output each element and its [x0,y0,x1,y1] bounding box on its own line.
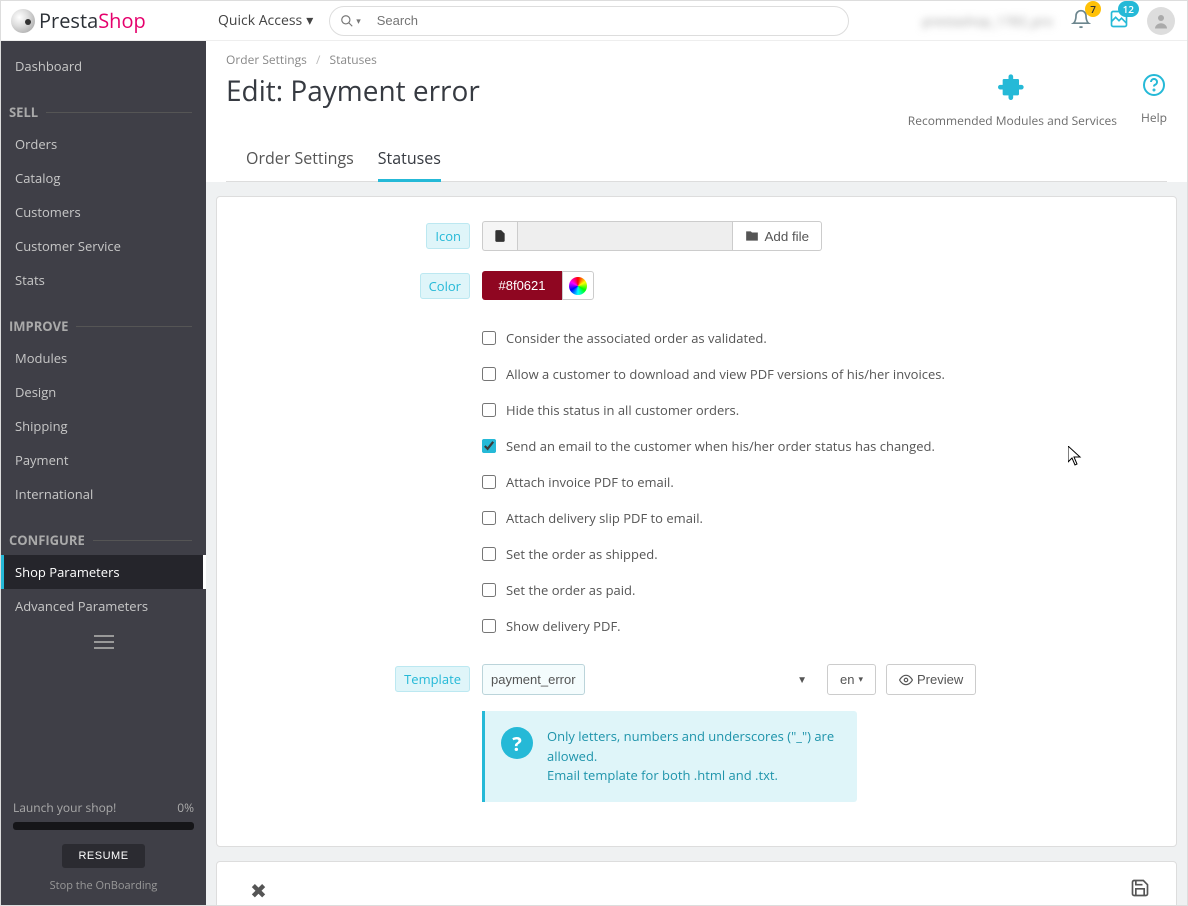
checkbox-validated-label: Consider the associated order as validat… [506,329,767,347]
chevron-down-icon: ▾ [306,11,313,30]
shop-name: prestashop_1783_pro [922,12,1053,30]
search-input[interactable] [369,13,838,28]
sidebar-item-stats[interactable]: Stats [1,263,206,297]
sidebar-item-catalog[interactable]: Catalog [1,161,206,195]
checkbox-attach-invoice[interactable] [482,475,496,489]
topbar: Quick Access▾ ▾ prestashop_1783_pro 7 12 [206,1,1187,41]
search-type-dropdown[interactable]: ▾ [340,14,369,28]
checkbox-attach-delivery-label: Attach delivery slip PDF to email. [506,509,703,527]
help-button[interactable]: Help [1141,72,1167,129]
eye-icon [899,673,913,687]
quick-access-dropdown[interactable]: Quick Access▾ [218,11,313,30]
color-input[interactable] [482,271,562,300]
user-icon [1152,12,1170,30]
sidebar-item-orders[interactable]: Orders [1,127,206,161]
info-icon: ? [501,727,533,759]
tab-statuses[interactable]: Statuses [378,147,441,182]
breadcrumb-parent[interactable]: Order Settings [226,51,307,68]
label-template: Template [395,666,470,692]
sidebar-item-design[interactable]: Design [1,375,206,409]
puzzle-icon [908,72,1117,108]
checkbox-paid-label: Set the order as paid. [506,581,635,599]
checkbox-hide-label: Hide this status in all customer orders. [506,401,739,419]
sidebar-collapse-toggle[interactable] [1,623,206,665]
page-title: Edit: Payment error [226,72,480,110]
checkbox-email-label: Send an email to the customer when his/h… [506,437,935,455]
chevron-down-icon: ▾ [356,14,361,27]
checkbox-attach-invoice-label: Attach invoice PDF to email. [506,473,674,491]
sidebar-item-customer-service[interactable]: Customer Service [1,229,206,263]
sidebar-section-improve: IMPROVE [1,297,206,341]
sidebar-item-international[interactable]: International [1,477,206,511]
stop-onboarding-link[interactable]: Stop the OnBoarding [13,878,194,893]
checkbox-show-delivery-pdf[interactable] [482,619,496,633]
search-wrap: ▾ [329,6,849,36]
logo-icon [11,9,35,33]
file-icon [482,221,517,251]
checkbox-validated[interactable] [482,331,496,345]
help-icon [1141,72,1167,105]
checkbox-paid[interactable] [482,583,496,597]
notifications-button[interactable]: 7 [1071,9,1091,33]
sidebar-section-sell: SELL [1,83,206,127]
language-dropdown[interactable]: en ▾ [827,664,876,695]
launch-percent: 0% [177,799,194,816]
sidebar-item-customers[interactable]: Customers [1,195,206,229]
debug-button[interactable]: 12 [1109,9,1129,33]
cancel-button[interactable]: ✖ Cancel [231,872,286,906]
tab-order-settings[interactable]: Order Settings [246,147,354,181]
save-button[interactable]: Save [1118,872,1162,906]
checkbox-pdf-download-label: Allow a customer to download and view PD… [506,365,945,383]
sidebar-item-payment[interactable]: Payment [1,443,206,477]
alert-text: Only letters, numbers and underscores ("… [547,727,841,786]
launch-label: Launch your shop! [13,799,116,816]
sidebar-item-advanced-parameters[interactable]: Advanced Parameters [1,589,206,623]
color-wheel-icon [569,277,587,295]
template-select[interactable]: payment_error [482,664,585,695]
checkbox-shipped-label: Set the order as shipped. [506,545,658,563]
checkbox-show-delivery-pdf-label: Show delivery PDF. [506,617,621,635]
breadcrumb-current: Statuses [330,51,377,68]
notifications-badge: 7 [1085,1,1101,17]
save-icon [1127,877,1153,904]
avatar[interactable] [1147,7,1175,35]
logo[interactable]: PrestaShop [1,1,206,41]
color-picker-button[interactable] [562,271,594,300]
onboarding-progress [13,822,194,830]
label-icon: Icon [426,223,470,249]
label-color: Color [420,273,470,299]
sidebar-item-modules[interactable]: Modules [1,341,206,375]
checkbox-attach-delivery[interactable] [482,511,496,525]
sidebar-item-dashboard[interactable]: Dashboard [1,49,206,83]
close-icon: ✖ [240,877,277,904]
sidebar-section-configure: CONFIGURE [1,511,206,555]
sidebar-item-shipping[interactable]: Shipping [1,409,206,443]
resume-button[interactable]: RESUME [62,844,144,868]
panel-footer: ✖ Cancel Save [216,861,1177,906]
breadcrumb: Order Settings / Statuses [226,51,1167,68]
icon-file-input[interactable] [517,221,733,251]
add-file-button[interactable]: Add file [733,221,822,251]
recommended-modules-button[interactable]: Recommended Modules and Services [908,72,1117,129]
sidebar-item-shop-parameters[interactable]: Shop Parameters [1,555,206,589]
checkbox-pdf-download[interactable] [482,367,496,381]
checkbox-shipped[interactable] [482,547,496,561]
form-panel: Icon Add file [216,196,1177,847]
checkbox-email[interactable] [482,439,496,453]
preview-button[interactable]: Preview [886,664,976,695]
checkbox-hide[interactable] [482,403,496,417]
folder-icon [745,229,759,243]
debug-badge: 12 [1118,1,1139,17]
search-icon [340,14,354,28]
sidebar: PrestaShop Dashboard SELL Orders Catalog… [1,1,206,905]
chevron-down-icon: ▾ [858,674,863,685]
